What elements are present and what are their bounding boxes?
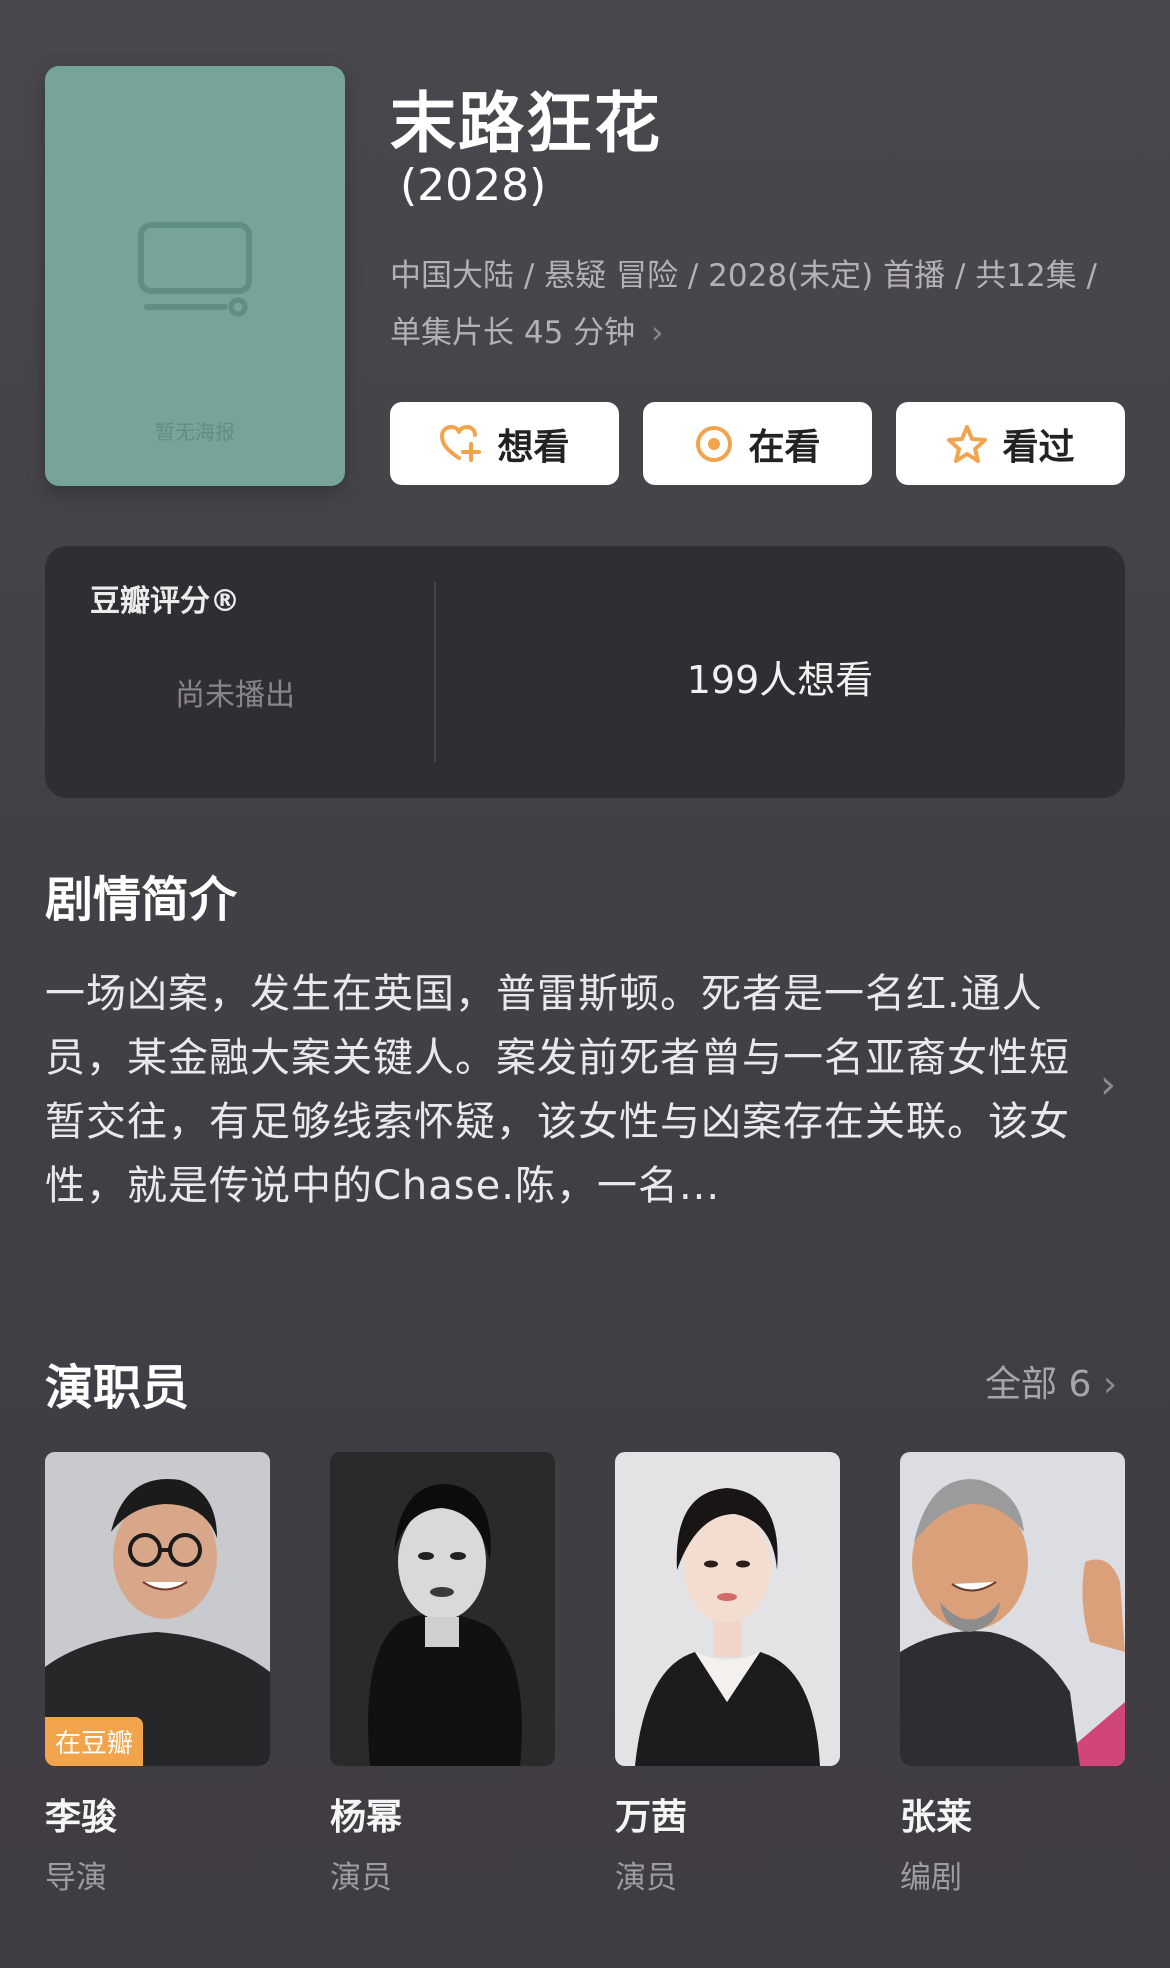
target-icon [696, 425, 733, 462]
cast-all-link[interactable]: 全部 6 › [985, 1355, 1117, 1407]
person-portrait [330, 1452, 555, 1766]
watched-label: 看过 [1002, 426, 1075, 468]
chevron-right-icon: › [1102, 1364, 1118, 1405]
show-meta[interactable]: 中国大陆 / 悬疑 冒险 / 2028(未定) 首播 / 共12集 / 单集片长… [390, 248, 1130, 362]
cast-card[interactable]: 杨幂 演员 [330, 1452, 555, 1897]
poster-placeholder-text: 暂无海报 [155, 420, 235, 444]
cast-all-label: 全部 6 [985, 1364, 1092, 1405]
chevron-right-icon[interactable]: › [1100, 1062, 1116, 1108]
heart-plus-icon [440, 424, 482, 462]
rating-card[interactable]: 豆瓣评分® 尚未播出 199人想看 [45, 546, 1125, 798]
rating-status: 尚未播出 [175, 678, 295, 713]
show-title: 末路狂花 [390, 85, 662, 162]
cast-role: 编剧 [900, 1860, 962, 1896]
rating-label: 豆瓣评分® [90, 584, 240, 619]
cast-name: 李骏 [45, 1797, 118, 1838]
movie-detail-page: 暂无海报 末路狂花 (2028) 中国大陆 / 悬疑 冒险 / 2028(未定)… [0, 0, 1170, 1968]
cast-name: 张莱 [900, 1797, 973, 1838]
chevron-right-icon: › [651, 315, 664, 351]
want-to-watch-button[interactable]: 想看 [390, 402, 619, 485]
show-year: (2028) [400, 160, 547, 211]
cast-role: 导演 [45, 1860, 107, 1896]
douban-badge: 在豆瓣 [45, 1717, 144, 1766]
star-icon [947, 424, 988, 463]
cast-photo [615, 1452, 840, 1766]
synopsis-text[interactable]: 一场凶案，发生在英国，普雷斯顿。死者是一名红.通人员，某金融大案关键人。案发前死… [45, 962, 1085, 1218]
cast-role: 演员 [615, 1860, 677, 1896]
cast-card[interactable]: 张莱 编剧 [900, 1452, 1125, 1897]
meta-line-2: 单集片长 45 分钟 [390, 315, 636, 351]
cast-title: 演职员 [45, 1360, 190, 1416]
person-portrait [615, 1452, 840, 1766]
meta-line-1: 中国大陆 / 悬疑 冒险 / 2028(未定) 首播 / 共12集 / [390, 258, 1097, 294]
cast-role: 演员 [330, 1860, 392, 1896]
synopsis-title: 剧情简介 [45, 872, 238, 928]
cast-card[interactable]: 在豆瓣 李骏 导演 [45, 1452, 270, 1897]
cast-photo: 在豆瓣 [45, 1452, 270, 1766]
watched-button[interactable]: 看过 [896, 402, 1125, 485]
cast-name: 万茜 [615, 1797, 688, 1838]
cast-name: 杨幂 [330, 1797, 403, 1838]
cast-photo [330, 1452, 555, 1766]
want-to-watch-label: 想看 [497, 426, 570, 468]
cast-photo [900, 1452, 1125, 1766]
person-portrait [900, 1452, 1125, 1766]
watching-button[interactable]: 在看 [643, 402, 872, 485]
watching-label: 在看 [748, 426, 821, 468]
cast-card[interactable]: 万茜 演员 [615, 1452, 840, 1897]
wish-count: 199人想看 [686, 658, 874, 702]
tv-icon [138, 222, 252, 317]
poster-placeholder[interactable]: 暂无海报 [45, 66, 345, 486]
